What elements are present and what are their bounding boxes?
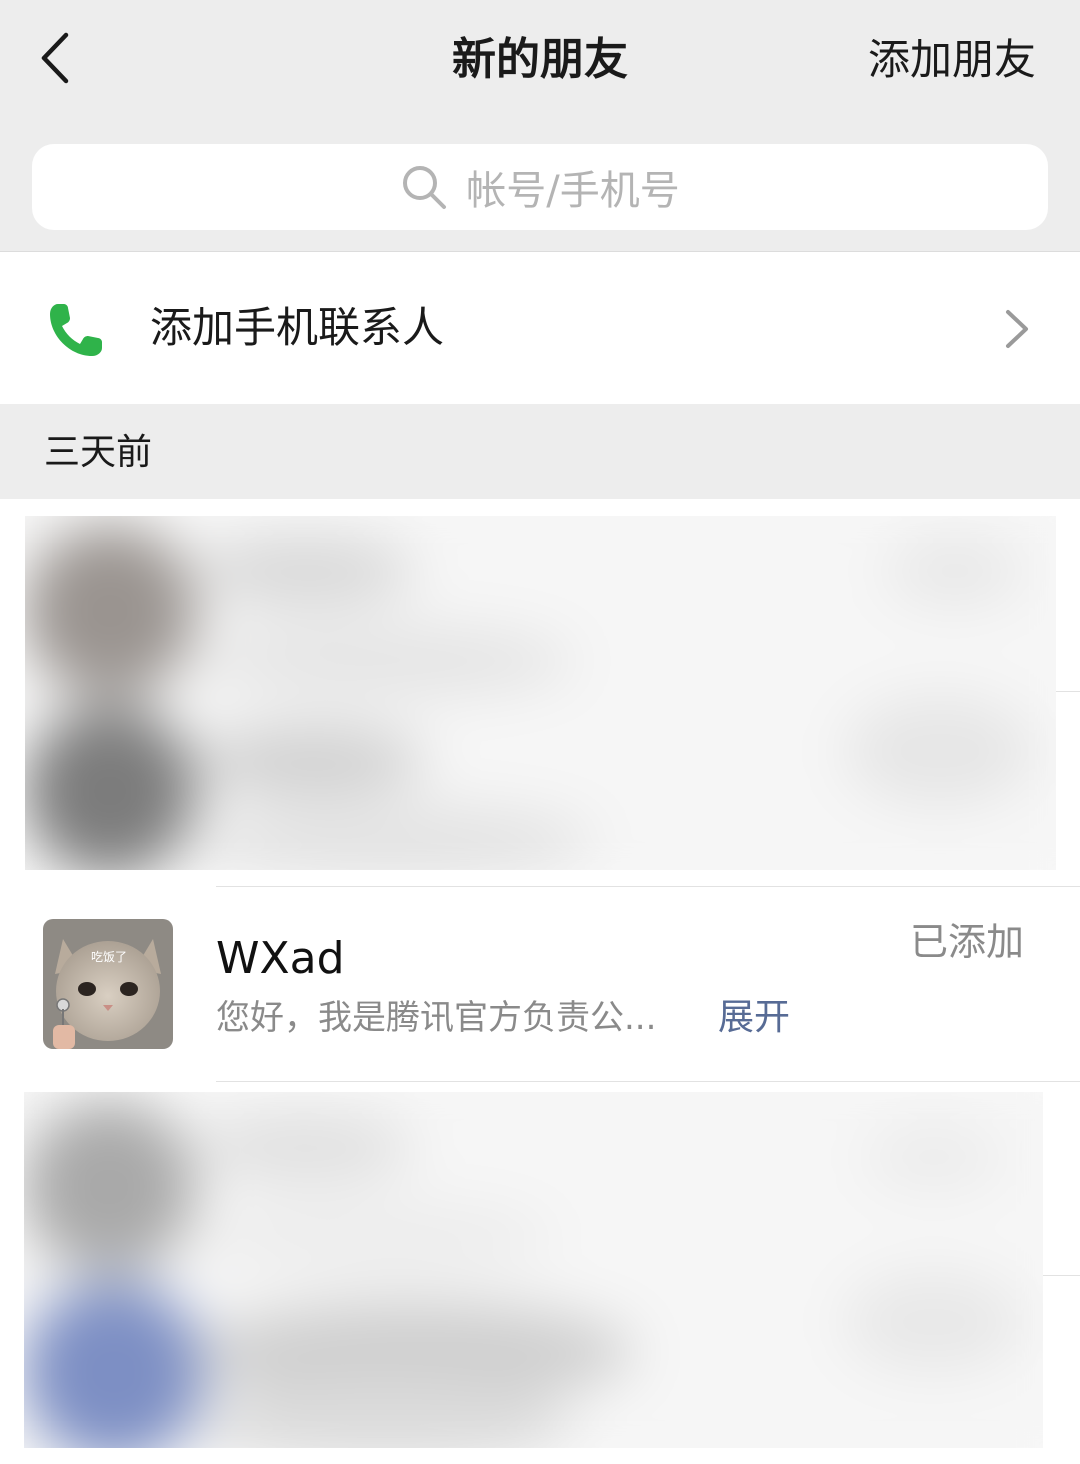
back-button[interactable] (30, 26, 80, 90)
row-divider (216, 1081, 1080, 1082)
search-placeholder: 帐号/手机号 (466, 168, 680, 214)
friend-request-item[interactable]: 吃饭了 WXad 您好，我是腾讯官方负责公... 展开 已添加 (0, 887, 1080, 1081)
add-phone-contacts-label: 添加手机联系人 (150, 303, 445, 352)
friend-message: 您好，我是腾讯官方负责公... (216, 998, 657, 1038)
search-icon (400, 163, 448, 211)
search-input[interactable]: 帐号/手机号 (32, 144, 1048, 230)
section-label: 三天前 (44, 432, 153, 473)
page-title: 新的朋友 (452, 34, 628, 85)
section-header: 三天前 (0, 404, 1080, 499)
blurred-request-list-item (24, 1092, 1043, 1448)
nav-header: 新的朋友 添加朋友 帐号/手机号 (0, 0, 1080, 252)
status-added-label: 已添加 (909, 920, 1024, 964)
chevron-right-icon (1006, 310, 1028, 348)
add-friend-button[interactable]: 添加朋友 (868, 28, 1036, 92)
phone-icon (50, 304, 102, 356)
expand-link[interactable]: 展开 (718, 993, 790, 1043)
add-phone-contacts-row[interactable]: 添加手机联系人 (0, 252, 1080, 404)
friend-name: WXad (216, 933, 345, 984)
avatar-caption: 吃饭了 (91, 950, 127, 964)
row-divider (1043, 1275, 1080, 1276)
avatar[interactable]: 吃饭了 (43, 919, 173, 1049)
blurred-request-list-item (25, 516, 1056, 870)
row-divider (1056, 691, 1080, 692)
cat-avatar-image: 吃饭了 (43, 919, 173, 1049)
chevron-left-icon (41, 32, 69, 84)
